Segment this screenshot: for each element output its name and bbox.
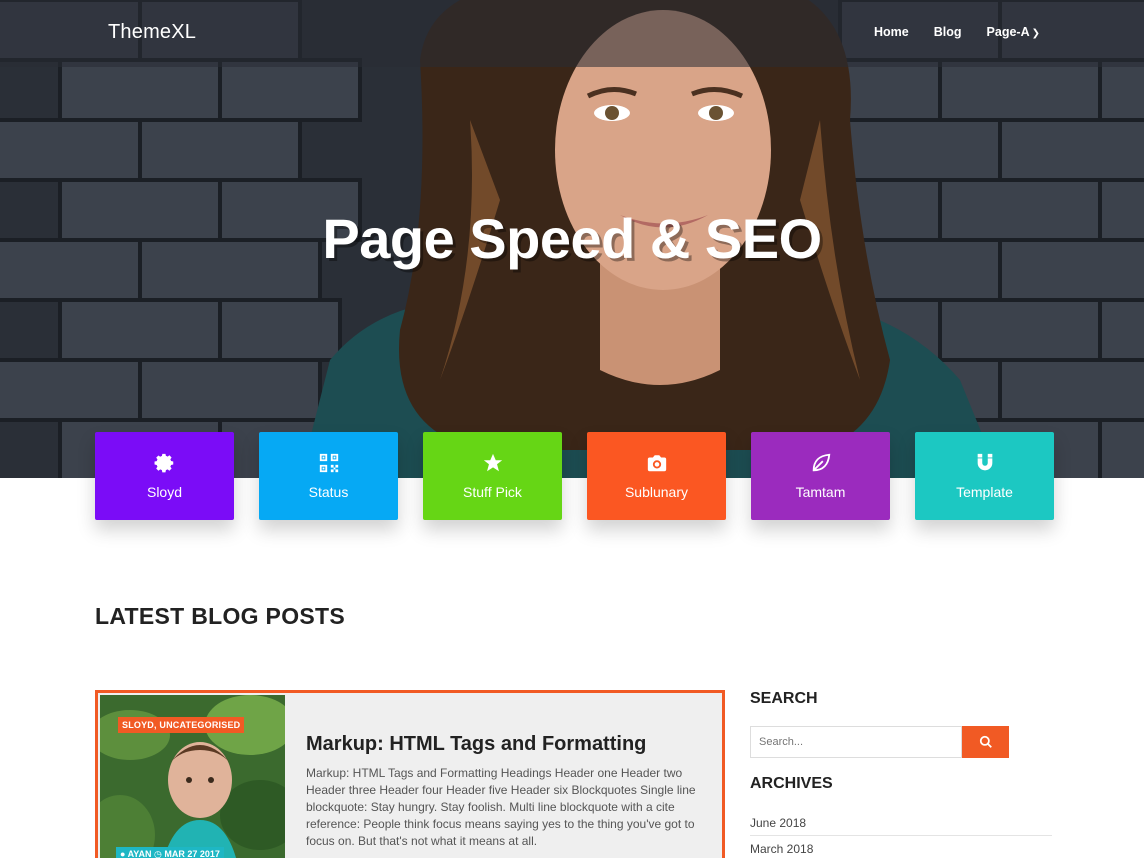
tile-label: Template bbox=[956, 484, 1013, 500]
search-button[interactable] bbox=[962, 726, 1009, 758]
post-thumbnail[interactable]: SLOYD, UNCATEGORISED ● AYAN ◷ MAR 27 201… bbox=[100, 695, 285, 858]
qr-code-icon bbox=[319, 453, 338, 473]
tile-sublunary[interactable]: Sublunary bbox=[587, 432, 726, 520]
tile-label: Stuff Pick bbox=[463, 484, 522, 500]
nav-page-a-label: Page-A bbox=[986, 25, 1030, 39]
hero-title: Page Speed & SEO bbox=[322, 207, 822, 270]
post-author[interactable]: AYAN bbox=[128, 849, 152, 858]
tile-label: Sublunary bbox=[624, 484, 689, 500]
post-category-badge[interactable]: SLOYD, UNCATEGORISED bbox=[118, 717, 245, 733]
post-title[interactable]: Markup: HTML Tags and Formatting bbox=[306, 733, 646, 756]
nav-blog-link[interactable]: Blog bbox=[934, 25, 962, 39]
magnet-icon bbox=[977, 453, 992, 471]
star-icon bbox=[483, 453, 502, 472]
tile-template[interactable]: Template bbox=[915, 432, 1054, 520]
search-icon bbox=[979, 735, 992, 748]
post-date: MAR 27 2017 bbox=[164, 849, 220, 858]
archive-link[interactable]: June 2018 bbox=[750, 816, 1052, 836]
hero-banner: ThemeXL Home Blog Page-A ❯ Page Speed & S… bbox=[0, 0, 1144, 478]
archive-link[interactable]: March 2018 bbox=[750, 842, 1052, 858]
user-icon: ● bbox=[120, 849, 126, 858]
tile-label: Sloyd bbox=[146, 484, 183, 500]
tile-status[interactable]: Status bbox=[259, 432, 398, 520]
tile-sloyd[interactable]: Sloyd bbox=[95, 432, 234, 520]
archives-widget-title: ARCHIVES bbox=[750, 775, 833, 792]
nav-page-a-link[interactable]: Page-A ❯ bbox=[987, 25, 1040, 39]
search-input[interactable] bbox=[750, 726, 962, 758]
post-meta-badge: ● AYAN ◷ MAR 27 2017 bbox=[116, 847, 224, 858]
tile-tamtam[interactable]: Tamtam bbox=[751, 432, 890, 520]
site-header: ThemeXL Home Blog Page-A ❯ bbox=[0, 0, 1144, 67]
leaf-icon bbox=[812, 453, 830, 472]
tile-label: Status bbox=[308, 484, 349, 500]
site-logo[interactable]: ThemeXL bbox=[108, 21, 196, 44]
post-excerpt: Markup: HTML Tags and Formatting Heading… bbox=[306, 766, 696, 848]
search-widget-title: SEARCH bbox=[750, 690, 818, 707]
latest-posts-heading: LATEST BLOG POSTS bbox=[95, 603, 346, 629]
gear-icon bbox=[154, 453, 173, 473]
camera-icon bbox=[647, 455, 666, 472]
clock-icon: ◷ bbox=[153, 849, 162, 858]
chevron-down-icon: ❯ bbox=[1031, 28, 1040, 39]
feature-tiles: Sloyd Status Stuff Pick Sublunary Tamtam… bbox=[95, 432, 1054, 520]
nav-home-link[interactable]: Home bbox=[874, 25, 909, 39]
tile-stuff-pick[interactable]: Stuff Pick bbox=[423, 432, 562, 520]
blog-post-card[interactable]: SLOYD, UNCATEGORISED ● AYAN ◷ MAR 27 201… bbox=[95, 690, 725, 858]
main-nav: Home Blog Page-A ❯ bbox=[874, 25, 1040, 39]
tile-label: Tamtam bbox=[795, 484, 846, 500]
